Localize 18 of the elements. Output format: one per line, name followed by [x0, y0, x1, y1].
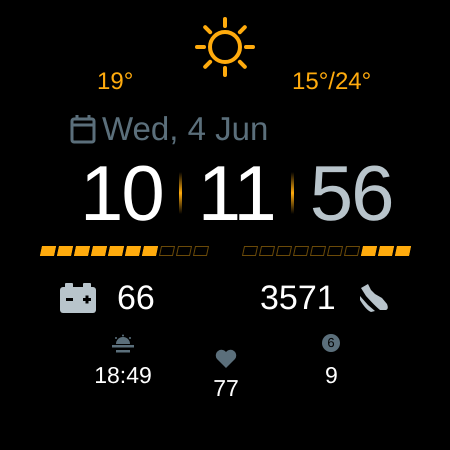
notification-count: 9 — [325, 362, 338, 388]
battery-icon — [60, 283, 96, 313]
current-temperature: 19° — [97, 70, 134, 94]
sunset-icon — [112, 334, 134, 354]
sun-icon — [192, 14, 258, 80]
temperature-range: 15°/24° — [292, 70, 372, 94]
minutes-text: 11 — [198, 158, 275, 228]
heart-rate-value: 77 — [213, 375, 239, 401]
shoe-icon — [358, 282, 390, 314]
sunset-time: 18:49 — [94, 362, 152, 388]
heart-icon — [215, 349, 237, 369]
date-text: Wed, 4 Jun — [102, 110, 268, 148]
hours-text: 10 — [80, 158, 163, 228]
battery-value: 66 — [117, 278, 156, 318]
calendar-icon — [70, 114, 96, 144]
notification-badge: 6 — [322, 334, 340, 352]
steps-value: 3571 — [260, 278, 336, 318]
seconds-text: 56 — [310, 158, 393, 228]
